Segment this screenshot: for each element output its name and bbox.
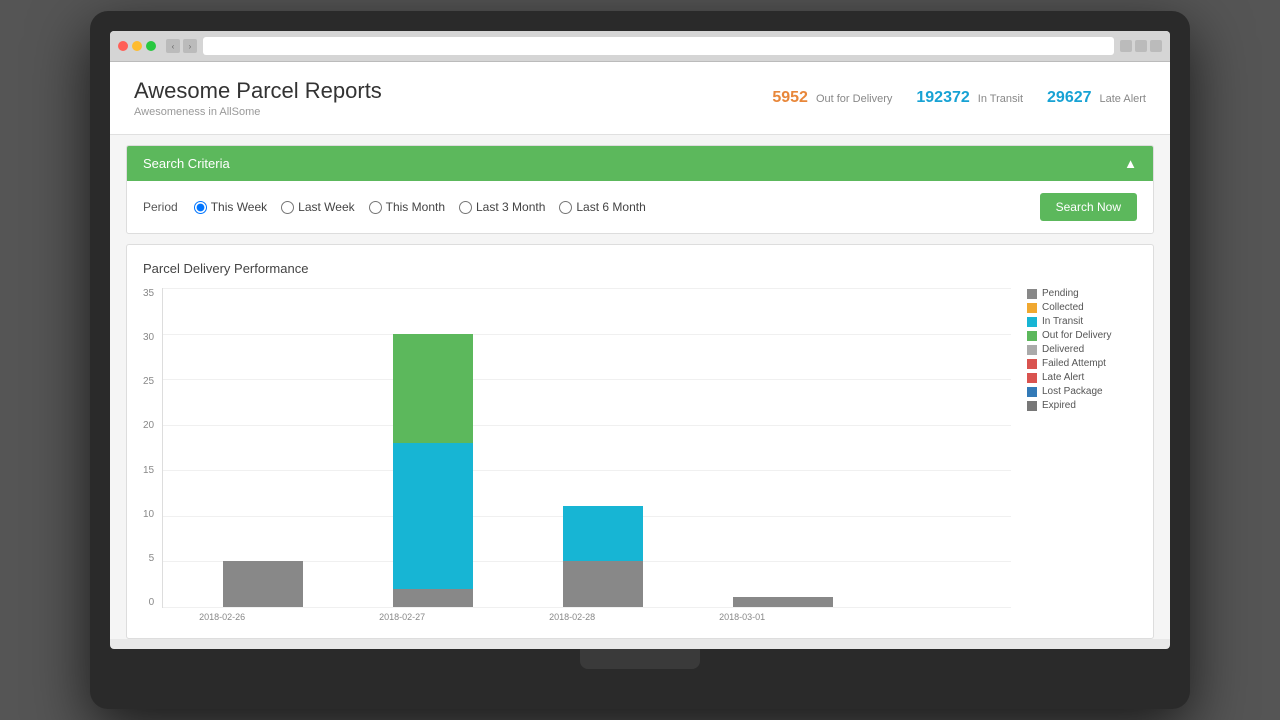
x-labels: 2018-02-26 2018-02-27 2018-02-28 2018-03… bbox=[162, 608, 1011, 622]
stat-in-transit: 192372 In Transit bbox=[916, 89, 1023, 107]
header-stats: 5952 Out for Delivery 192372 In Transit … bbox=[772, 89, 1146, 107]
gridline-25 bbox=[163, 379, 1011, 380]
period-row: Period This Week Last Week bbox=[143, 200, 646, 214]
app-subtitle: Awesomeness in AllSome bbox=[134, 106, 382, 118]
gridline-30 bbox=[163, 334, 1011, 335]
browser-action-3[interactable] bbox=[1150, 40, 1162, 52]
forward-btn[interactable]: › bbox=[183, 39, 197, 53]
chart-plot bbox=[162, 288, 1011, 608]
legend-color-pending bbox=[1027, 289, 1037, 299]
gridline-20 bbox=[163, 425, 1011, 426]
bar-segment-outfordelivery bbox=[393, 334, 473, 443]
legend-color-delivered bbox=[1027, 345, 1037, 355]
stat-late-alert: 29627 Late Alert bbox=[1047, 89, 1146, 107]
bar-2018-02-28 bbox=[563, 506, 643, 607]
bar-segment-intransit bbox=[393, 443, 473, 589]
stat-late-alert-number: 29627 bbox=[1047, 89, 1092, 107]
legend-color-lost bbox=[1027, 387, 1037, 397]
search-criteria-title: Search Criteria bbox=[143, 156, 230, 171]
radio-last-3-month[interactable]: Last 3 Month bbox=[459, 200, 545, 214]
stat-out-for-delivery-number: 5952 bbox=[772, 89, 808, 107]
legend-color-in-transit bbox=[1027, 317, 1037, 327]
bar-segment-pending bbox=[223, 561, 303, 607]
chart-area: 35 30 25 20 15 10 5 0 bbox=[143, 288, 1137, 622]
app-header: Awesome Parcel Reports Awesomeness in Al… bbox=[110, 62, 1170, 135]
legend-color-expired bbox=[1027, 401, 1037, 411]
radio-this-month[interactable]: This Month bbox=[369, 200, 445, 214]
stat-in-transit-label: In Transit bbox=[978, 93, 1023, 105]
bar-2018-02-27 bbox=[393, 334, 473, 607]
legend-color-failed bbox=[1027, 359, 1037, 369]
address-bar[interactable] bbox=[203, 37, 1114, 55]
browser-action-1[interactable] bbox=[1120, 40, 1132, 52]
search-now-button[interactable]: Search Now bbox=[1040, 193, 1137, 221]
search-criteria-panel: Search Criteria ▲ Period This Week bbox=[126, 145, 1154, 234]
stat-out-for-delivery-label: Out for Delivery bbox=[816, 93, 892, 105]
chart-legend: Pending Collected In Transit Out fo bbox=[1027, 288, 1137, 622]
title-group: Awesome Parcel Reports Awesomeness in Al… bbox=[134, 78, 382, 118]
search-criteria-body: Period This Week Last Week bbox=[127, 181, 1153, 233]
bar-segment-pending2 bbox=[393, 589, 473, 607]
traffic-light-red[interactable] bbox=[118, 41, 128, 51]
bar-segment-pending4 bbox=[733, 597, 833, 607]
chart-yaxis: 35 30 25 20 15 10 5 0 bbox=[143, 288, 162, 608]
stat-late-alert-label: Late Alert bbox=[1100, 93, 1146, 105]
gridline-15 bbox=[163, 470, 1011, 471]
legend-late-alert: Late Alert bbox=[1027, 372, 1137, 383]
bar-2018-02-26 bbox=[223, 561, 303, 607]
stat-in-transit-number: 192372 bbox=[916, 89, 969, 107]
legend-lost-package: Lost Package bbox=[1027, 386, 1137, 397]
browser-action-2[interactable] bbox=[1135, 40, 1147, 52]
legend-color-out-for-delivery bbox=[1027, 331, 1037, 341]
legend-pending: Pending bbox=[1027, 288, 1137, 299]
legend-failed-attempt: Failed Attempt bbox=[1027, 358, 1137, 369]
radio-this-week[interactable]: This Week bbox=[194, 200, 267, 214]
radio-last-6-month[interactable]: Last 6 Month bbox=[559, 200, 645, 214]
back-btn[interactable]: ‹ bbox=[166, 39, 180, 53]
x-label-2: 2018-02-27 bbox=[362, 612, 442, 622]
x-label-3: 2018-02-28 bbox=[532, 612, 612, 622]
legend-color-late-alert bbox=[1027, 373, 1037, 383]
x-label-1: 2018-02-26 bbox=[172, 612, 272, 622]
traffic-light-yellow[interactable] bbox=[132, 41, 142, 51]
x-label-4: 2018-03-01 bbox=[692, 612, 792, 622]
legend-expired: Expired bbox=[1027, 400, 1137, 411]
gridline-35 bbox=[163, 288, 1011, 289]
legend-out-for-delivery: Out for Delivery bbox=[1027, 330, 1137, 341]
monitor-stand bbox=[580, 649, 700, 669]
bar-segment-intransit2 bbox=[563, 506, 643, 561]
legend-collected: Collected bbox=[1027, 302, 1137, 313]
app-title: Awesome Parcel Reports bbox=[134, 78, 382, 104]
legend-color-collected bbox=[1027, 303, 1037, 313]
radio-group: This Week Last Week This Month bbox=[194, 200, 646, 214]
chart-container: Parcel Delivery Performance 35 30 25 20 … bbox=[126, 244, 1154, 639]
collapse-icon[interactable]: ▲ bbox=[1124, 156, 1137, 171]
bar-2018-03-01 bbox=[733, 597, 833, 607]
radio-last-week[interactable]: Last Week bbox=[281, 200, 354, 214]
search-criteria-header[interactable]: Search Criteria ▲ bbox=[127, 146, 1153, 181]
legend-in-transit: In Transit bbox=[1027, 316, 1137, 327]
bar-segment-pending3 bbox=[563, 561, 643, 607]
stat-out-for-delivery: 5952 Out for Delivery bbox=[772, 89, 892, 107]
chart-title: Parcel Delivery Performance bbox=[143, 261, 1137, 276]
chart-plot-area: 2018-02-26 2018-02-27 2018-02-28 2018-03… bbox=[162, 288, 1011, 622]
traffic-light-green[interactable] bbox=[146, 41, 156, 51]
legend-delivered: Delivered bbox=[1027, 344, 1137, 355]
gridline-0 bbox=[163, 607, 1011, 608]
period-label: Period bbox=[143, 200, 178, 214]
